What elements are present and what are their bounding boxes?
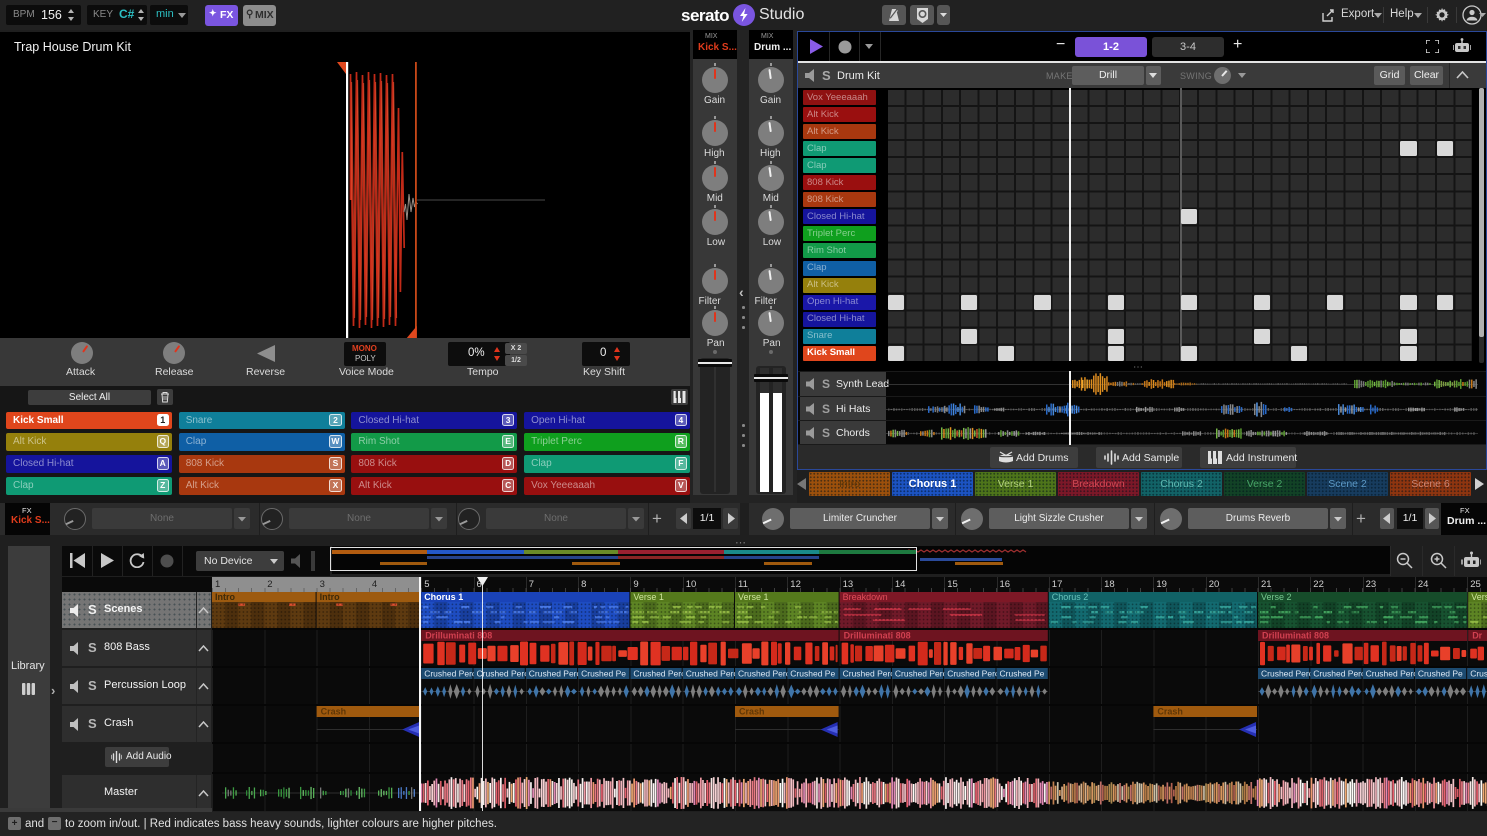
svg-text:Crash: Crash <box>739 707 765 717</box>
svg-text:Crushed Pe: Crushed Pe <box>1418 669 1463 679</box>
svg-text:Crushed Perc: Crushed Perc <box>947 669 1000 679</box>
svg-text:Verse 1: Verse 1 <box>633 592 664 602</box>
svg-text:Verse 2: Verse 2 <box>1261 592 1292 602</box>
svg-text:Crushed Perc: Crushed Perc <box>424 669 477 679</box>
svg-text:Crushed Perc: Crushed Perc <box>1366 669 1419 679</box>
svg-text:Intro: Intro <box>320 592 340 602</box>
svg-text:Intro: Intro <box>215 592 235 602</box>
svg-text:Crushed Perc: Crushed Perc <box>529 669 582 679</box>
svg-text:Crushed Pe: Crushed Pe <box>1000 669 1045 679</box>
svg-text:Crushed Perc: Crushed Perc <box>686 669 739 679</box>
svg-text:Crushed Perc: Crushed Perc <box>843 669 896 679</box>
svg-text:Crushed Perc: Crushed Perc <box>477 669 530 679</box>
svg-text:Drilluminati 808: Drilluminati 808 <box>844 631 911 641</box>
svg-text:Crushed Perc: Crushed Perc <box>895 669 948 679</box>
svg-text:Crash: Crash <box>1157 707 1183 717</box>
svg-text:Vers: Vers <box>1471 592 1487 602</box>
svg-text:Chorus 1: Chorus 1 <box>424 592 463 602</box>
svg-text:Crushed Perc: Crushed Perc <box>1313 669 1366 679</box>
svg-text:Crushed: Crushed <box>1470 669 1487 679</box>
svg-text:Crushed Perc: Crushed Perc <box>738 669 791 679</box>
svg-text:Crushed Perc: Crushed Perc <box>633 669 686 679</box>
svg-text:Verse 1: Verse 1 <box>738 592 769 602</box>
svg-text:Breakdown: Breakdown <box>843 592 888 602</box>
svg-text:Crash: Crash <box>321 707 347 717</box>
svg-text:Crushed Perc: Crushed Perc <box>1261 669 1314 679</box>
svg-text:Crushed Pe: Crushed Pe <box>581 669 626 679</box>
svg-text:Dr: Dr <box>1472 631 1482 641</box>
svg-text:Drilluminati 808: Drilluminati 808 <box>1262 631 1329 641</box>
svg-text:Crushed Pe: Crushed Pe <box>790 669 835 679</box>
svg-text:Chorus 2: Chorus 2 <box>1052 592 1089 602</box>
